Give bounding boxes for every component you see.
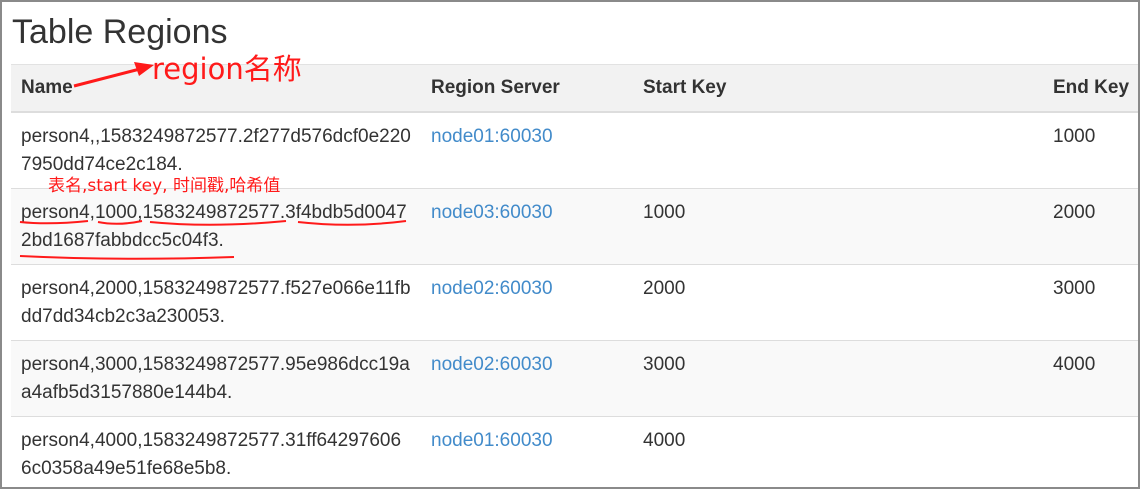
start-key — [633, 111, 1043, 189]
start-key: 3000 — [633, 340, 1043, 417]
column-header-end-key: End Key — [1043, 64, 1138, 113]
table-row: person4,2000,1583249872577.f527e066e11fb… — [11, 264, 1138, 341]
region-server-cell: node02:60030 — [421, 340, 633, 417]
region-server-cell: node03:60030 — [421, 188, 633, 265]
regions-table: Name Region Server Start Key End Key per… — [11, 64, 1138, 487]
region-server-cell: node02:60030 — [421, 264, 633, 341]
region-server-link[interactable]: node01:60030 — [431, 126, 553, 147]
end-key: 1000 — [1043, 111, 1138, 189]
end-key: 4000 — [1043, 340, 1138, 417]
end-key: 2000 — [1043, 188, 1138, 265]
page-frame: Table Regions Name Region Server Start K… — [0, 0, 1140, 489]
region-server-cell: node01:60030 — [421, 416, 633, 487]
region-name: person4,4000,1583249872577.31ff642976066… — [11, 416, 421, 487]
region-server-link[interactable]: node01:60030 — [431, 430, 553, 451]
region-server-link[interactable]: node02:60030 — [431, 278, 553, 299]
region-server-link[interactable]: node02:60030 — [431, 354, 553, 375]
start-key: 2000 — [633, 264, 1043, 341]
table-row: person4,4000,1583249872577.31ff642976066… — [11, 416, 1138, 487]
start-key: 1000 — [633, 188, 1043, 265]
column-header-start-key: Start Key — [633, 64, 1043, 113]
end-key — [1043, 416, 1138, 487]
region-name: person4,1000,1583249872577.3f4bdb5d00472… — [11, 188, 421, 265]
name-fields-annotation: 表名,start key, 时间戳,哈希值 — [48, 176, 281, 196]
table-row: person4,1000,1583249872577.3f4bdb5d00472… — [11, 188, 1138, 265]
page-title: Table Regions — [12, 13, 228, 51]
column-header-region-server: Region Server — [421, 64, 633, 113]
table-row: person4,3000,1583249872577.95e986dcc19aa… — [11, 340, 1138, 417]
region-name-annotation: region名称 — [152, 52, 302, 86]
region-server-cell: node01:60030 — [421, 111, 633, 189]
region-server-link[interactable]: node03:60030 — [431, 202, 553, 223]
end-key: 3000 — [1043, 264, 1138, 341]
region-name: person4,2000,1583249872577.f527e066e11fb… — [11, 264, 421, 341]
region-name: person4,3000,1583249872577.95e986dcc19aa… — [11, 340, 421, 417]
start-key: 4000 — [633, 416, 1043, 487]
